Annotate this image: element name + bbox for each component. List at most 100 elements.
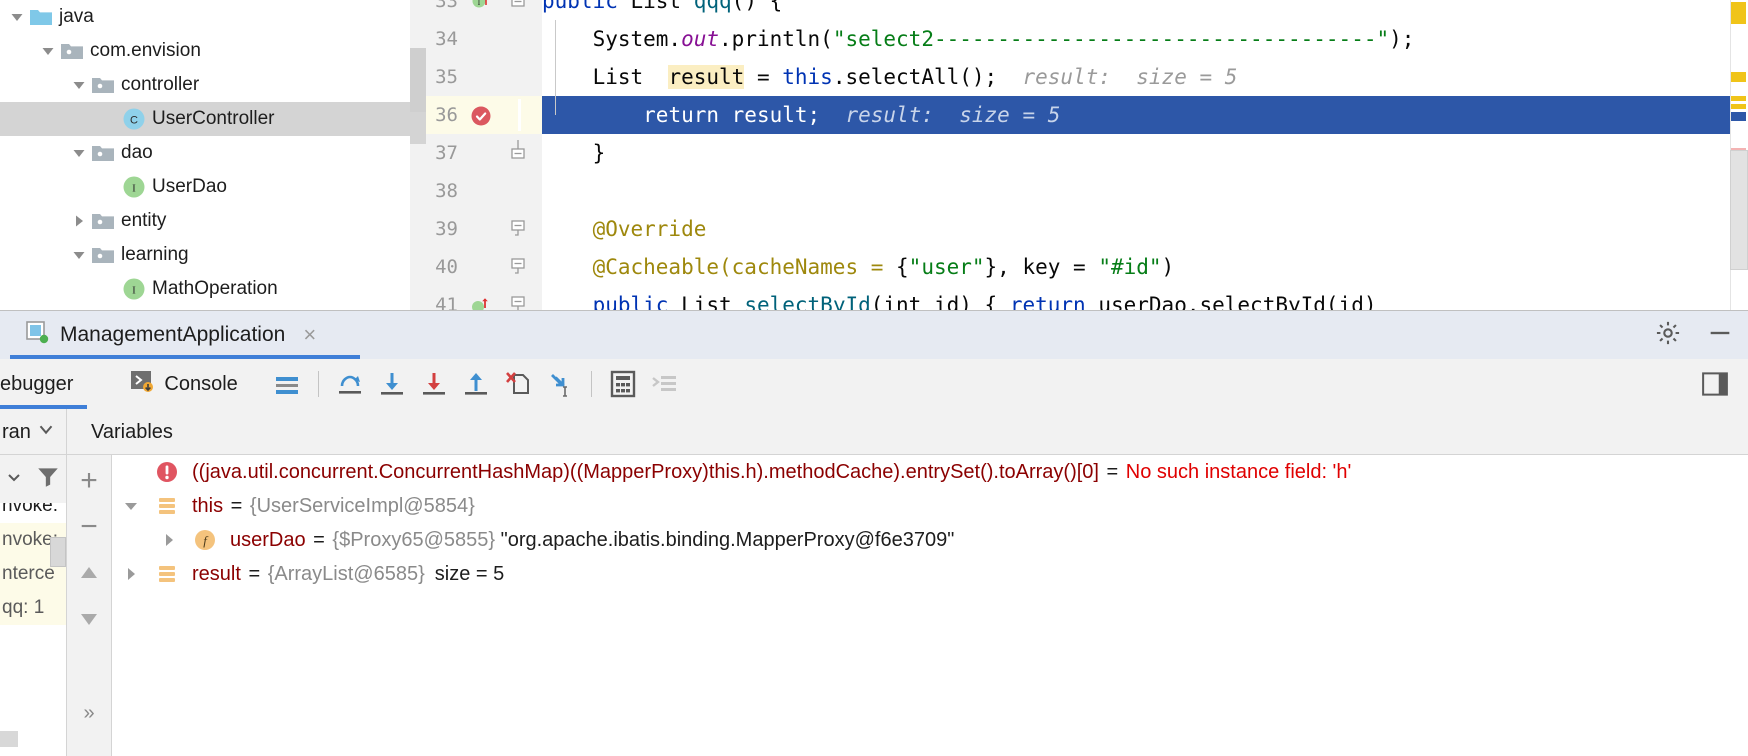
tree-item-dao[interactable]: dao	[0, 136, 410, 170]
frame-item[interactable]: qq: 1	[0, 591, 66, 625]
code-fold-icon[interactable]	[498, 254, 538, 280]
marker-stripe[interactable]	[1731, 2, 1746, 24]
tree-item-com-envision[interactable]: com.envision	[0, 34, 410, 68]
chevron-down-icon[interactable]	[112, 496, 150, 516]
editor-left-scrollbar-thumb[interactable]	[410, 48, 426, 120]
variable-row[interactable]: result = {ArrayList@6585} size = 5	[112, 557, 1748, 591]
gutter-line-39[interactable]: 39	[410, 210, 542, 248]
drop-frame-button[interactable]	[497, 363, 539, 405]
editor-left-scrollbar-track[interactable]	[410, 112, 426, 144]
layout-settings-icon[interactable]	[1694, 363, 1736, 405]
editor-scrollbar-thumb[interactable]	[1730, 150, 1748, 270]
line-number: 40	[435, 256, 458, 278]
frames-scrollbar-thumb[interactable]	[50, 537, 66, 567]
frames-thread-selector[interactable]: ran	[0, 409, 67, 455]
step-into-button[interactable]	[371, 363, 413, 405]
variable-row[interactable]: f userDao = {$Proxy65@5855} "org.apache.i…	[112, 523, 1748, 557]
tree-item-entity[interactable]: entity	[0, 204, 410, 238]
tree-item-controller[interactable]: controller	[0, 68, 410, 102]
remove-watch-button[interactable]: −	[70, 507, 108, 547]
gutter-line-35[interactable]: 35	[410, 58, 542, 96]
code-fold-icon[interactable]	[498, 216, 538, 242]
package-icon	[90, 142, 116, 164]
gear-icon[interactable]	[1654, 319, 1682, 352]
code-fold-icon[interactable]	[498, 140, 538, 166]
code-line-40[interactable]: @Cacheable(cacheNames = {"user"}, key = …	[542, 248, 1748, 286]
chevron-down-icon[interactable]	[68, 144, 90, 162]
tree-item-usercontroller[interactable]: C UserController	[0, 102, 410, 136]
editor-gutter[interactable]: 33 I 34 35 36 37 38 39 40 41	[410, 0, 542, 310]
overriding-method-icon[interactable]	[464, 295, 498, 310]
gutter-line-33[interactable]: 33 I	[410, 0, 542, 20]
chevron-right-icon[interactable]	[112, 564, 150, 584]
marker-stripe[interactable]	[1731, 104, 1746, 109]
chevron-down-icon[interactable]	[37, 42, 59, 60]
force-step-into-button[interactable]	[413, 363, 455, 405]
code-line-33[interactable]: public List qqq() {	[542, 0, 1748, 20]
variable-row[interactable]: this = {UserServiceImpl@5854}	[112, 489, 1748, 523]
evaluate-expression-button[interactable]	[602, 363, 644, 405]
minimize-icon[interactable]	[1706, 319, 1734, 352]
close-tab-icon[interactable]: ×	[295, 322, 316, 348]
move-watch-down-button[interactable]	[70, 599, 108, 639]
code-line-37[interactable]: }	[542, 134, 1748, 172]
project-tree-panel[interactable]: java com.envision controller C UserControlle…	[0, 0, 410, 310]
chevron-down-icon[interactable]	[35, 418, 57, 446]
step-out-button[interactable]	[455, 363, 497, 405]
chevron-right-icon[interactable]	[150, 530, 188, 550]
gutter-line-37[interactable]: 37	[410, 134, 542, 172]
watch-expression-row[interactable]: ((java.util.concurrent.ConcurrentHashMap…	[112, 455, 1748, 489]
run-configuration-tab[interactable]: ManagementApplication ×	[0, 311, 360, 359]
gutter-line-38[interactable]: 38	[410, 172, 542, 210]
frames-scrollbar-corner[interactable]	[0, 731, 18, 747]
code-line-35[interactable]: List result = this.selectAll(); result: …	[542, 58, 1748, 96]
code-line-34[interactable]: System. out .println("select2-------------…	[542, 20, 1748, 58]
tree-item-learning[interactable]: learning	[0, 238, 410, 272]
tree-item-label: dao	[121, 142, 153, 163]
add-watch-button[interactable]: +	[70, 461, 108, 501]
line-number: 37	[435, 142, 458, 164]
code-fold-icon[interactable]	[498, 292, 538, 310]
chevron-down-icon[interactable]	[68, 76, 90, 94]
code-line-36[interactable]: return result; result: size = 5	[542, 96, 1748, 134]
move-watch-up-button[interactable]	[70, 553, 108, 593]
gutter-line-40[interactable]: 40	[410, 248, 542, 286]
marker-stripe[interactable]	[1731, 72, 1746, 82]
watch-error-message: No such instance field: 'h'	[1125, 460, 1352, 483]
variables-pane[interactable]: ((java.util.concurrent.ConcurrentHashMap…	[112, 455, 1748, 756]
run-to-cursor-button[interactable]	[539, 363, 581, 405]
tab-debugger[interactable]: ebugger	[0, 359, 88, 409]
tree-item-userdao[interactable]: I UserDao	[0, 170, 410, 204]
gutter-line-36[interactable]: 36	[410, 96, 542, 134]
variables-toolbar[interactable]: + − »	[67, 455, 112, 756]
interface-icon: I	[121, 276, 147, 302]
chevron-down-icon[interactable]	[6, 8, 28, 26]
tab-console[interactable]: Console	[115, 359, 251, 409]
editor-marker-bar[interactable]	[1730, 0, 1748, 310]
marker-stripe[interactable]	[1731, 96, 1746, 101]
breakpoint-verified-icon[interactable]	[464, 102, 498, 128]
frames-toolbar[interactable]	[0, 455, 66, 503]
object-field-icon	[150, 562, 184, 586]
code-line-38[interactable]	[542, 172, 1748, 210]
marker-stripe[interactable]	[1731, 112, 1746, 121]
code-fold-icon[interactable]	[498, 0, 538, 14]
filter-frames-icon[interactable]	[35, 464, 61, 495]
gutter-line-34[interactable]: 34	[410, 20, 542, 58]
chevron-right-icon[interactable]	[68, 212, 90, 230]
chevron-down-icon[interactable]	[68, 246, 90, 264]
step-over-button[interactable]	[329, 363, 371, 405]
more-watches-button[interactable]: »	[70, 693, 108, 733]
frames-dropdown-icon[interactable]	[6, 469, 22, 490]
code-line-39[interactable]: @Override	[542, 210, 1748, 248]
gutter-line-41[interactable]: 41	[410, 286, 542, 310]
show-stack-button[interactable]	[644, 363, 686, 405]
mute-breakpoints-button[interactable]	[266, 363, 308, 405]
code-editor[interactable]: 33 I 34 35 36 37 38 39 40 41 public List qqq() { …	[410, 0, 1748, 310]
debugger-toolbar[interactable]: ebugger Console	[0, 359, 1748, 409]
tree-item-mathoperation[interactable]: I MathOperation	[0, 272, 410, 306]
code-line-41[interactable]: public List selectById(int id) { return …	[542, 286, 1748, 310]
frames-pane[interactable]: qqq:36,nvoke:nvoke:nterceqq: 1	[0, 455, 67, 756]
implemented-method-icon[interactable]: I	[464, 0, 498, 11]
tree-item-java[interactable]: java	[0, 0, 410, 34]
